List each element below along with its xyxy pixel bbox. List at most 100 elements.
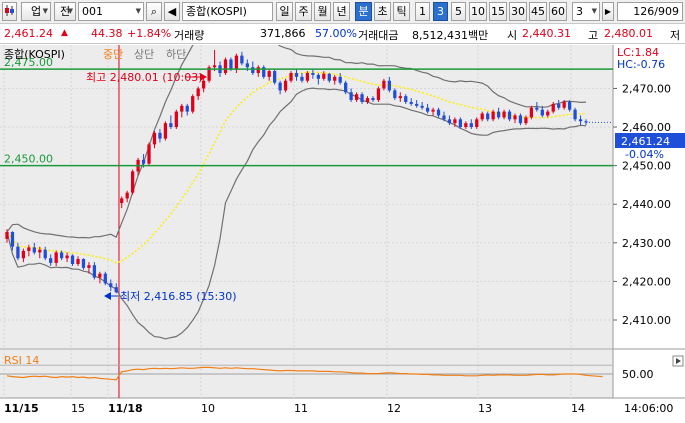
code-value: 001 bbox=[82, 5, 103, 18]
candle-body bbox=[300, 76, 304, 81]
period-month-button[interactable]: 월 bbox=[314, 2, 331, 21]
candle-body bbox=[152, 132, 157, 145]
current-price: 2,461.24 bbox=[4, 27, 53, 40]
rsi-title: RSI 14 bbox=[4, 354, 39, 367]
candle-body bbox=[333, 76, 337, 81]
period-day-button[interactable]: 일 bbox=[276, 2, 293, 21]
y-tick-label: 2,470.00 bbox=[622, 82, 671, 95]
candle-body bbox=[10, 232, 15, 247]
open-value: 2,440.31 bbox=[522, 27, 571, 40]
candle-body bbox=[267, 71, 271, 77]
candle-body bbox=[114, 287, 118, 293]
candle-body bbox=[185, 105, 189, 112]
period-second-button[interactable]: 초 bbox=[374, 2, 391, 21]
candle-body bbox=[382, 80, 386, 89]
data-count-field[interactable]: 126/909 bbox=[617, 2, 683, 21]
candle bbox=[163, 121, 168, 141]
period-year-button[interactable]: 년 bbox=[333, 2, 350, 21]
candle-body bbox=[354, 94, 359, 101]
search-icon: ⌕ bbox=[150, 5, 158, 18]
candle-body bbox=[398, 96, 402, 99]
last-change-label: -0.04% bbox=[625, 148, 664, 161]
candle bbox=[573, 107, 577, 122]
candle bbox=[147, 142, 151, 166]
time-label: 14:06:00 bbox=[624, 402, 673, 415]
candle bbox=[103, 271, 107, 286]
candle-body bbox=[573, 109, 577, 120]
y-tick-label: 2,420.00 bbox=[622, 275, 671, 288]
market-type-select[interactable]: 업 bbox=[21, 2, 51, 21]
candle-body bbox=[442, 115, 446, 120]
search-button[interactable]: ⌕ bbox=[146, 2, 162, 21]
candle bbox=[191, 94, 195, 114]
period-week-button[interactable]: 주 bbox=[295, 2, 312, 21]
scroll-right-icon[interactable] bbox=[672, 355, 684, 367]
candle-body bbox=[273, 71, 277, 83]
interval-30-button[interactable]: 30 bbox=[509, 2, 527, 21]
x-tick-label: 10 bbox=[201, 402, 215, 415]
candle-body bbox=[458, 119, 463, 128]
chart-area[interactable]: 2,475.00 2,450.00 50.00 2,470.00 2,460.00 2… bbox=[0, 19, 685, 420]
candle bbox=[376, 86, 381, 102]
period-month-label: 월 bbox=[317, 5, 328, 18]
y-axis-panel bbox=[613, 45, 685, 398]
chart-window: { "toolbar": { "code": "001", "name": "종… bbox=[0, 0, 685, 420]
interval-45-button[interactable]: 45 bbox=[529, 2, 547, 21]
y-tick-label: 2,460.00 bbox=[622, 121, 671, 134]
speaker-icon: ◀ bbox=[167, 5, 177, 18]
candle-body bbox=[420, 105, 424, 108]
open-label: 시 bbox=[507, 29, 518, 42]
interval-45-label: 45 bbox=[531, 5, 545, 18]
period-minute-button[interactable]: 분 bbox=[355, 2, 372, 21]
candle-body bbox=[141, 159, 146, 164]
period-tick-button[interactable]: 틱 bbox=[393, 2, 410, 21]
price-chart[interactable]: 2,475.002,450.00 50.00 2,470.002,460.002… bbox=[0, 19, 685, 420]
candle-body bbox=[360, 94, 364, 102]
candle-body bbox=[158, 132, 162, 139]
quote-bar: 2,461.24 ▲ 44.38 +1.84% 거래량 371,866 57.0… bbox=[0, 24, 685, 44]
candle-body bbox=[431, 109, 435, 112]
candle-body bbox=[447, 119, 452, 124]
up-triangle-icon: ▲ bbox=[61, 28, 68, 38]
candle bbox=[262, 65, 266, 79]
candle-body bbox=[557, 103, 561, 108]
candle-body bbox=[349, 92, 353, 101]
candle-body bbox=[174, 111, 178, 128]
candle-body bbox=[81, 259, 86, 268]
scope-select[interactable]: 전 bbox=[54, 2, 76, 21]
candle-body bbox=[393, 90, 397, 99]
interval-apply-button[interactable]: ▶ bbox=[602, 2, 614, 21]
scope-label: 전 bbox=[59, 5, 71, 18]
sound-button[interactable]: ◀ bbox=[164, 2, 180, 21]
x-tick-label: 11/18 bbox=[108, 402, 143, 415]
candle-body bbox=[21, 250, 26, 259]
price-panel bbox=[0, 45, 613, 348]
period-minute-label: 분 bbox=[358, 5, 369, 18]
high-label: 고 bbox=[588, 29, 599, 42]
candle bbox=[344, 80, 348, 95]
code-input[interactable]: 001 bbox=[78, 2, 144, 21]
candle bbox=[283, 78, 288, 93]
candle-body bbox=[344, 82, 348, 93]
index-name-field[interactable]: 종합(KOSPI) bbox=[182, 2, 273, 21]
interval-15-button[interactable]: 15 bbox=[489, 2, 507, 21]
y-tick-label: 2,430.00 bbox=[622, 237, 671, 250]
interval-3-button[interactable]: 3 bbox=[433, 2, 448, 21]
candle bbox=[207, 65, 211, 83]
chart-menu-icon[interactable] bbox=[2, 2, 17, 21]
candle-body bbox=[540, 109, 544, 116]
candle-body bbox=[240, 55, 244, 64]
interval-10-button[interactable]: 10 bbox=[469, 2, 487, 21]
interval-input[interactable]: 3 bbox=[572, 2, 600, 21]
candle-body bbox=[289, 73, 293, 81]
candle-body bbox=[251, 67, 255, 74]
candle bbox=[130, 169, 135, 195]
interval-5-button[interactable]: 5 bbox=[451, 2, 466, 21]
interval-60-button[interactable]: 60 bbox=[549, 2, 567, 21]
candle-body bbox=[518, 115, 523, 124]
candle-body bbox=[278, 82, 282, 91]
interval-1-button[interactable]: 1 bbox=[415, 2, 430, 21]
candle-body bbox=[103, 273, 107, 284]
candle-body bbox=[32, 247, 36, 253]
candle-body bbox=[70, 255, 75, 265]
